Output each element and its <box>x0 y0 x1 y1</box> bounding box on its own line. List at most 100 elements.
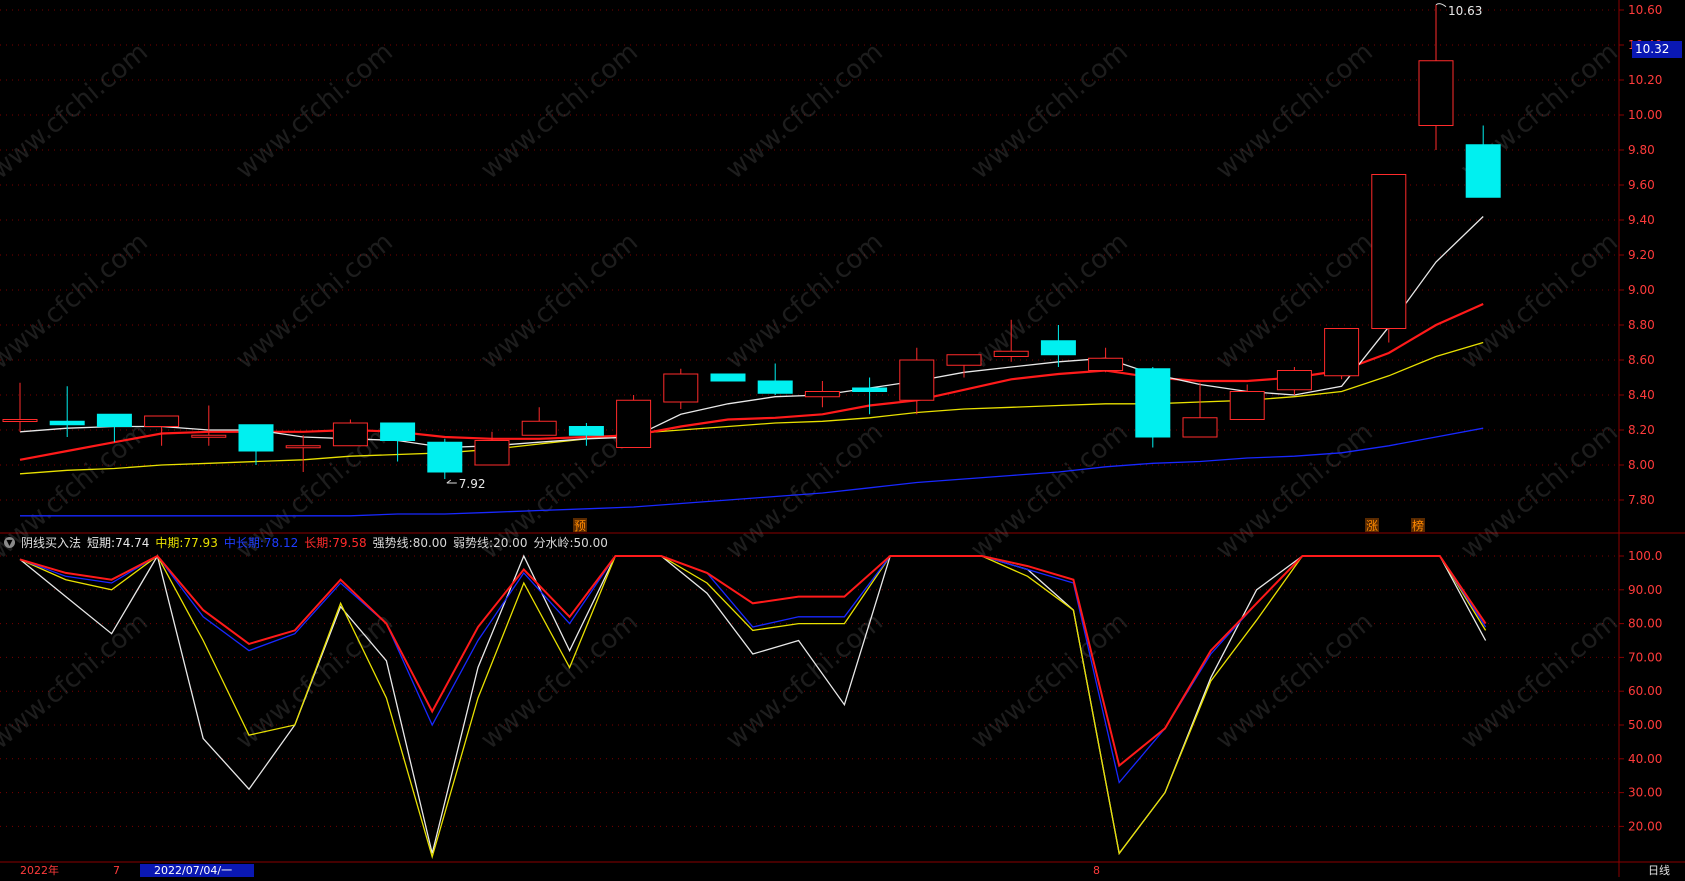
long-term-label: 长期:79.58 <box>304 535 367 550</box>
price-tick-label: 9.20 <box>1628 248 1655 262</box>
candle-body <box>899 359 935 401</box>
watershed-label: 分水岭:50.00 <box>533 535 608 550</box>
candle <box>474 431 510 466</box>
osc-tick-label: 50.00 <box>1628 718 1662 732</box>
candle-body <box>1088 357 1124 371</box>
watermark-text: www.cfchi.com <box>1210 417 1379 565</box>
candle <box>1182 382 1218 438</box>
mid-term-value: 77.93 <box>183 535 218 550</box>
chart-canvas[interactable]: 10.6010.4010.2010.009.809.609.409.209.00… <box>0 0 1685 877</box>
strong-line-value: 80.00 <box>412 535 448 550</box>
price-tick-label: 9.80 <box>1628 143 1655 157</box>
candle <box>1135 367 1171 448</box>
candle-body <box>285 445 321 449</box>
watermark-text: www.cfchi.com <box>475 37 644 185</box>
osc-tick-label: 70.00 <box>1628 650 1662 664</box>
candle-body <box>1135 368 1171 438</box>
candle <box>1276 367 1312 395</box>
osc-tick-label: 90.00 <box>1628 583 1662 597</box>
watermark-text: www.cfchi.com <box>720 37 889 185</box>
candle <box>804 381 840 408</box>
price-tick-label: 9.60 <box>1628 178 1655 192</box>
price-tick-label: 8.60 <box>1628 353 1655 367</box>
price-tick-label: 8.20 <box>1628 423 1655 437</box>
candle <box>663 368 699 409</box>
candle-body <box>1182 417 1218 438</box>
candle <box>521 407 557 436</box>
watermark-text: www.cfchi.com <box>720 227 889 375</box>
candle-body <box>1418 60 1454 126</box>
candle-body <box>710 373 746 382</box>
footer-period[interactable]: 日线 <box>1648 864 1670 877</box>
indicator-header: ▼ 阴线买入法 短期:74.74 中期:77.93 中长期:78.12 长期:7… <box>4 534 608 550</box>
osc-tick-label: 30.00 <box>1628 786 1662 800</box>
watermark-text: www.cfchi.com <box>1455 417 1624 565</box>
candle-body <box>1371 174 1407 329</box>
candle-body <box>1276 370 1312 391</box>
price-tick-label: 9.40 <box>1628 213 1655 227</box>
candle-body <box>852 387 888 392</box>
price-tick-label: 8.00 <box>1628 458 1655 472</box>
short-term-label: 短期:74.74 <box>87 535 150 550</box>
weak-line-value: 20.00 <box>493 535 528 550</box>
strong-line-label: 强势线:80.00 <box>372 535 448 550</box>
candle <box>427 438 463 479</box>
footer-year: 2022年 <box>20 864 59 877</box>
high-price-label: 10.63 <box>1448 4 1482 18</box>
candle <box>1418 4 1454 150</box>
indicator-name: 阴线买入法 <box>21 535 82 550</box>
watermark-text: www.cfchi.com <box>230 37 399 185</box>
price-tick-label: 7.80 <box>1628 493 1655 507</box>
price-tick-label: 9.00 <box>1628 283 1655 297</box>
low-pointer <box>446 479 457 484</box>
candle-body <box>2 419 38 422</box>
candle <box>1324 328 1360 380</box>
candle-body <box>757 380 793 394</box>
short-term-value: 74.74 <box>115 535 150 550</box>
candle-body <box>663 373 699 403</box>
watermark-text: www.cfchi.com <box>1455 607 1624 755</box>
osc-tick-label: 80.00 <box>1628 617 1662 631</box>
osc-tick-label: 100.0 <box>1628 549 1662 563</box>
price-tick-label: 10.60 <box>1628 3 1662 17</box>
candle-body <box>616 399 652 448</box>
candle <box>1371 174 1407 343</box>
candle <box>899 347 935 415</box>
price-tick-label: 10.00 <box>1628 108 1662 122</box>
marker-bang: 榜 <box>1412 518 1424 533</box>
candle <box>238 424 274 465</box>
price-tick-label: 8.80 <box>1628 318 1655 332</box>
collapse-icon[interactable]: ▼ <box>4 536 15 548</box>
candle <box>616 395 652 448</box>
footer-month-7: 7 <box>113 864 120 877</box>
low-price-label: 7.92 <box>459 477 486 491</box>
candle <box>2 382 38 432</box>
candle-body <box>96 413 132 427</box>
high-pointer <box>1435 3 1447 8</box>
watermark-text: www.cfchi.com <box>0 607 154 755</box>
long-term-value: 79.58 <box>332 535 367 550</box>
watermark-text: www.cfchi.com <box>0 37 154 185</box>
candle <box>710 373 746 382</box>
candle-body <box>144 415 180 427</box>
candle-body <box>993 350 1029 357</box>
kline-chart-area[interactable]: 10.6010.4010.2010.009.809.609.409.209.00… <box>0 0 1685 877</box>
candle-body <box>804 391 840 398</box>
candle-body <box>568 426 604 436</box>
watermark-text: www.cfchi.com <box>965 417 1134 565</box>
candle-body <box>474 440 510 466</box>
candle-body <box>946 354 982 366</box>
watershed-value: 50.00 <box>573 535 608 550</box>
candle <box>757 363 793 395</box>
mid-long-term-value: 78.12 <box>263 535 299 550</box>
marker-zhang: 涨 <box>1366 518 1378 533</box>
watermark-text: www.cfchi.com <box>0 227 154 375</box>
footer-cursor-date: 2022/07/04/一 <box>140 864 254 877</box>
mid-term-label: 中期:77.93 <box>155 535 218 550</box>
candle-body <box>1229 391 1265 420</box>
watermark-text: www.cfchi.com <box>475 227 644 375</box>
price-tick-label: 8.40 <box>1628 388 1655 402</box>
candle-body <box>1324 328 1360 377</box>
watermark-text: www.cfchi.com <box>720 607 889 755</box>
candle-body <box>521 420 557 436</box>
